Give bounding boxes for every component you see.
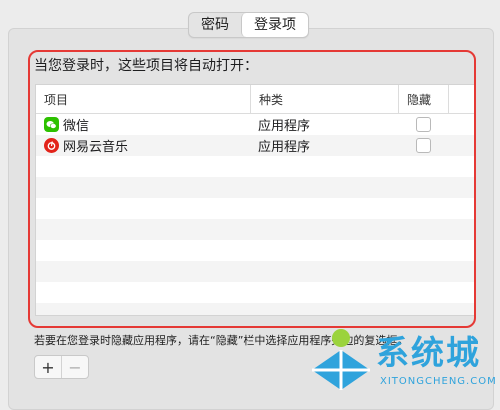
hide-checkbox[interactable]	[415, 138, 431, 153]
item-cell: 微信	[36, 114, 250, 135]
watermark-logo-icon	[312, 329, 370, 390]
table-row[interactable]: 网易云音乐 应用程序	[36, 135, 474, 156]
column-header-spacer	[448, 85, 474, 113]
empty-row	[36, 156, 474, 177]
column-header-kind[interactable]: 种类	[250, 85, 398, 113]
add-item-button[interactable]: +	[35, 356, 61, 378]
empty-row	[36, 240, 474, 261]
empty-row	[36, 282, 474, 303]
tab-login-items[interactable]: 登录项	[241, 13, 308, 37]
watermark-subtext: XITONGCHENG.COM	[380, 376, 497, 387]
hide-cell	[398, 114, 448, 135]
watermark: 系统城 XITONGCHENG.COM	[306, 320, 500, 400]
empty-row	[36, 219, 474, 240]
item-name: 网易云音乐	[63, 140, 129, 155]
tab-bar: 密码 登录项	[188, 12, 309, 38]
item-name: 微信	[63, 119, 90, 134]
watermark-text: 系统城	[376, 333, 481, 372]
add-remove-buttons: + −	[34, 355, 89, 379]
hide-cell	[398, 135, 448, 156]
table-row[interactable]: 微信 应用程序	[36, 114, 474, 135]
empty-row	[36, 177, 474, 198]
column-header-item[interactable]: 项目	[36, 85, 250, 113]
empty-row	[36, 303, 474, 315]
table-header: 项目 种类 隐藏	[36, 85, 474, 114]
wechat-icon	[44, 117, 59, 132]
empty-row	[36, 261, 474, 282]
hide-checkbox[interactable]	[415, 117, 431, 132]
column-header-hide[interactable]: 隐藏	[398, 85, 448, 113]
tab-password[interactable]: 密码	[189, 13, 241, 37]
item-cell: 网易云音乐	[36, 135, 250, 156]
item-kind: 应用程序	[258, 140, 311, 155]
remove-item-button[interactable]: −	[61, 356, 88, 378]
login-items-table: 项目 种类 隐藏 微信 应用程序 网易云音乐 应用程序	[35, 84, 475, 316]
item-kind: 应用程序	[258, 119, 311, 134]
netease-music-icon	[44, 138, 59, 153]
empty-row	[36, 198, 474, 219]
login-items-heading: 当您登录时，这些项目将自动打开：	[34, 58, 258, 74]
